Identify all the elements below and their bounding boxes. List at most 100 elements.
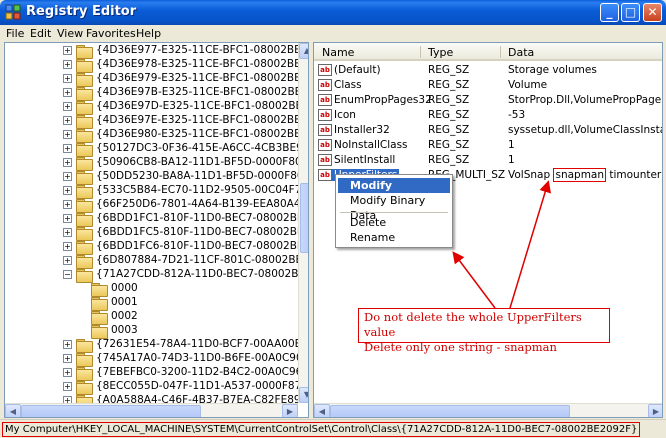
expand-icon[interactable]: +	[63, 88, 72, 97]
tree-node-label[interactable]: {6D807884-7D21-11CF-801C-08002BE10318}	[96, 254, 308, 266]
column-header-name[interactable]: Name	[322, 46, 354, 59]
expand-icon[interactable]: +	[63, 368, 72, 377]
tree-node-label[interactable]: {4D36E978-E325-11CE-BFC1-08002BE10318}	[96, 58, 308, 70]
tree-node-label[interactable]: {6BDD1FC1-810F-11D0-BEC7-08002BE2092F}	[96, 212, 308, 224]
tree-node[interactable]: 0002	[5, 310, 297, 325]
expand-icon[interactable]: +	[63, 74, 72, 83]
tree-node[interactable]: − {71A27CDD-812A-11D0-BEC7-08002BE2092F}	[5, 268, 308, 283]
tree-node[interactable]: + {6BDD1FC1-810F-11D0-BEC7-08002BE2092F}	[5, 212, 308, 227]
tree-node-label[interactable]: {4D36E97D-E325-11CE-BFC1-08002BE10318}	[96, 100, 308, 112]
tree-node[interactable]: + {4D36E978-E325-11CE-BFC1-08002BE10318}	[5, 58, 308, 73]
tree-node-label[interactable]: 0000	[111, 282, 138, 294]
tree-node-label[interactable]: {745A17A0-74D3-11D0-B6FE-00A0C90F57DA}	[96, 352, 308, 364]
menu-help[interactable]: Help	[136, 27, 161, 40]
collapse-icon[interactable]: −	[63, 270, 72, 279]
tree-node-label[interactable]: {71A27CDD-812A-11D0-BEC7-08002BE2092F}	[96, 268, 308, 280]
tree-node[interactable]: + {50127DC3-0F36-415E-A6CC-4CB3BE910B65}	[5, 142, 308, 157]
scroll-right-arrow-icon[interactable]: ▶	[282, 404, 298, 417]
tree-node-label[interactable]: {4D36E979-E325-11CE-BFC1-08002BE10318}	[96, 72, 308, 84]
expand-icon[interactable]: +	[63, 102, 72, 111]
menu-edit[interactable]: Edit	[30, 27, 51, 40]
value-row[interactable]: ab Class REG_SZ Volume	[314, 78, 662, 93]
tree-node[interactable]: + {4D36E97B-E325-11CE-BFC1-08002BE10318}	[5, 86, 308, 101]
expand-icon[interactable]: +	[63, 144, 72, 153]
tree-node-label[interactable]: {6BDD1FC6-810F-11D0-BEC7-08002BE2092F}	[96, 240, 308, 252]
expand-icon[interactable]: +	[63, 130, 72, 139]
menu-item-rename[interactable]: Rename	[338, 230, 450, 245]
tree-node[interactable]: + {66F250D6-7801-4A64-B139-EEA80A450B24}	[5, 198, 308, 213]
menu-item-delete[interactable]: Delete	[338, 215, 450, 230]
tree-node[interactable]: 0003	[5, 324, 297, 339]
tree-node-label[interactable]: {6BDD1FC5-810F-11D0-BEC7-08002BE2092F}	[96, 226, 308, 238]
expand-icon[interactable]: +	[63, 354, 72, 363]
list-horizontal-scrollbar[interactable]: ◀ ▶	[314, 403, 662, 417]
tree-node[interactable]: + {4D36E980-E325-11CE-BFC1-08002BE10318}	[5, 128, 308, 143]
value-row[interactable]: ab EnumPropPages32 REG_SZ StorProp.Dll,Volu…	[314, 93, 662, 108]
expand-icon[interactable]: +	[63, 186, 72, 195]
tree-horizontal-scrollbar[interactable]: ◀ ▶	[5, 403, 298, 417]
expand-icon[interactable]: +	[63, 60, 72, 69]
expand-icon[interactable]: +	[63, 214, 72, 223]
tree-node-label[interactable]: {533C5B84-EC70-11D2-9505-00C04F79DEAF}	[96, 184, 308, 196]
expand-icon[interactable]: +	[63, 158, 72, 167]
tree-node[interactable]: + {8ECC055D-047F-11D1-A537-0000F8753ED1}	[5, 380, 308, 395]
tree-node-label[interactable]: 0003	[111, 324, 138, 336]
close-button[interactable]: ✕	[643, 3, 662, 22]
tree-node-label[interactable]: {4D36E977-E325-11CE-BFC1-08002BE10318}	[96, 44, 308, 56]
list-hscroll-thumb[interactable]	[330, 405, 570, 417]
value-name[interactable]: Icon	[334, 109, 356, 121]
tree-node[interactable]: 0000	[5, 282, 297, 297]
tree-node-label[interactable]: {72631E54-78A4-11D0-BCF7-00AA00B7B32A}	[96, 338, 308, 350]
tree-node-label[interactable]: 0001	[111, 296, 138, 308]
column-header-type[interactable]: Type	[428, 46, 453, 59]
tree-node-label[interactable]: {50DD5230-BA8A-11D1-BF5D-0000F805F530}	[96, 170, 308, 182]
menu-favorites[interactable]: Favorites	[86, 27, 136, 40]
expand-icon[interactable]: +	[63, 382, 72, 391]
value-row[interactable]: ab NoInstallClass REG_SZ 1	[314, 138, 662, 153]
tree-node[interactable]: + {4D36E977-E325-11CE-BFC1-08002BE10318}	[5, 44, 308, 59]
tree-node[interactable]: + {50DD5230-BA8A-11D1-BF5D-0000F805F530}	[5, 170, 308, 185]
value-name[interactable]: Installer32	[334, 124, 390, 136]
tree-node[interactable]: + {6BDD1FC5-810F-11D0-BEC7-08002BE2092F}	[5, 226, 308, 241]
menu-view[interactable]: View	[57, 27, 83, 40]
tree-node[interactable]: + {7EBEFBC0-3200-11D2-B4C2-00A0C9697D07}	[5, 366, 308, 381]
value-name[interactable]: EnumPropPages32	[334, 94, 432, 106]
menu-item-modify[interactable]: Modify	[338, 178, 450, 193]
value-name[interactable]: (Default)	[334, 64, 381, 76]
value-row[interactable]: ab (Default) REG_SZ Storage volumes	[314, 63, 662, 78]
maximize-button[interactable]: □	[621, 3, 640, 22]
tree-node-label[interactable]: {4D36E97B-E325-11CE-BFC1-08002BE10318}	[96, 86, 308, 98]
menu-file[interactable]: File	[6, 27, 24, 40]
value-name[interactable]: NoInstallClass	[334, 139, 408, 151]
scroll-down-arrow-icon[interactable]: ▼	[299, 387, 308, 403]
tree-node-label[interactable]: {8ECC055D-047F-11D1-A537-0000F8753ED1}	[96, 380, 308, 392]
tree-node-label[interactable]: {4D36E980-E325-11CE-BFC1-08002BE10318}	[96, 128, 308, 140]
tree-vertical-scrollbar[interactable]: ▲ ▼	[298, 43, 308, 403]
tree-node[interactable]: + {745A17A0-74D3-11D0-B6FE-00A0C90F57DA}	[5, 352, 308, 367]
expand-icon[interactable]: +	[63, 242, 72, 251]
expand-icon[interactable]: +	[63, 228, 72, 237]
scroll-left-arrow-icon[interactable]: ◀	[5, 404, 21, 417]
tree-node-label[interactable]: 0002	[111, 310, 138, 322]
tree-scroll-thumb[interactable]	[300, 183, 308, 253]
tree-node[interactable]: 0001	[5, 296, 297, 311]
list-scroll-left-arrow-icon[interactable]: ◀	[314, 404, 330, 417]
tree-node[interactable]: + {4D36E979-E325-11CE-BFC1-08002BE10318}	[5, 72, 308, 87]
tree-node-label[interactable]: {4D36E97E-E325-11CE-BFC1-08002BE10318}	[96, 114, 308, 126]
tree-node[interactable]: + {50906CB8-BA12-11D1-BF5D-0000F805F530}	[5, 156, 308, 171]
value-name[interactable]: Class	[334, 79, 362, 91]
tree-hscroll-thumb[interactable]	[21, 405, 201, 417]
tree-node[interactable]: + {6BDD1FC6-810F-11D0-BEC7-08002BE2092F}	[5, 240, 308, 255]
scroll-up-arrow-icon[interactable]: ▲	[299, 43, 308, 59]
key-tree-pane[interactable]: +{4D36E977-E325-11CE-BFC1-08002BE10318}+…	[4, 42, 309, 418]
expand-icon[interactable]: +	[63, 172, 72, 181]
minimize-button[interactable]: _	[600, 3, 619, 22]
value-row[interactable]: ab Installer32 REG_SZ syssetup.dll,VolumeCl…	[314, 123, 662, 138]
tree-node[interactable]: + {533C5B84-EC70-11D2-9505-00C04F79DEAF}	[5, 184, 308, 199]
tree-node[interactable]: + {72631E54-78A4-11D0-BCF7-00AA00B7B32A}	[5, 338, 308, 353]
expand-icon[interactable]: +	[63, 200, 72, 209]
tree-node-label[interactable]: {7EBEFBC0-3200-11D2-B4C2-00A0C9697D07}	[96, 366, 308, 378]
tree-node-label[interactable]: {50906CB8-BA12-11D1-BF5D-0000F805F530}	[96, 156, 308, 168]
value-row[interactable]: ab Icon REG_SZ -53	[314, 108, 662, 123]
tree-node[interactable]: + {4D36E97D-E325-11CE-BFC1-08002BE10318}	[5, 100, 308, 115]
